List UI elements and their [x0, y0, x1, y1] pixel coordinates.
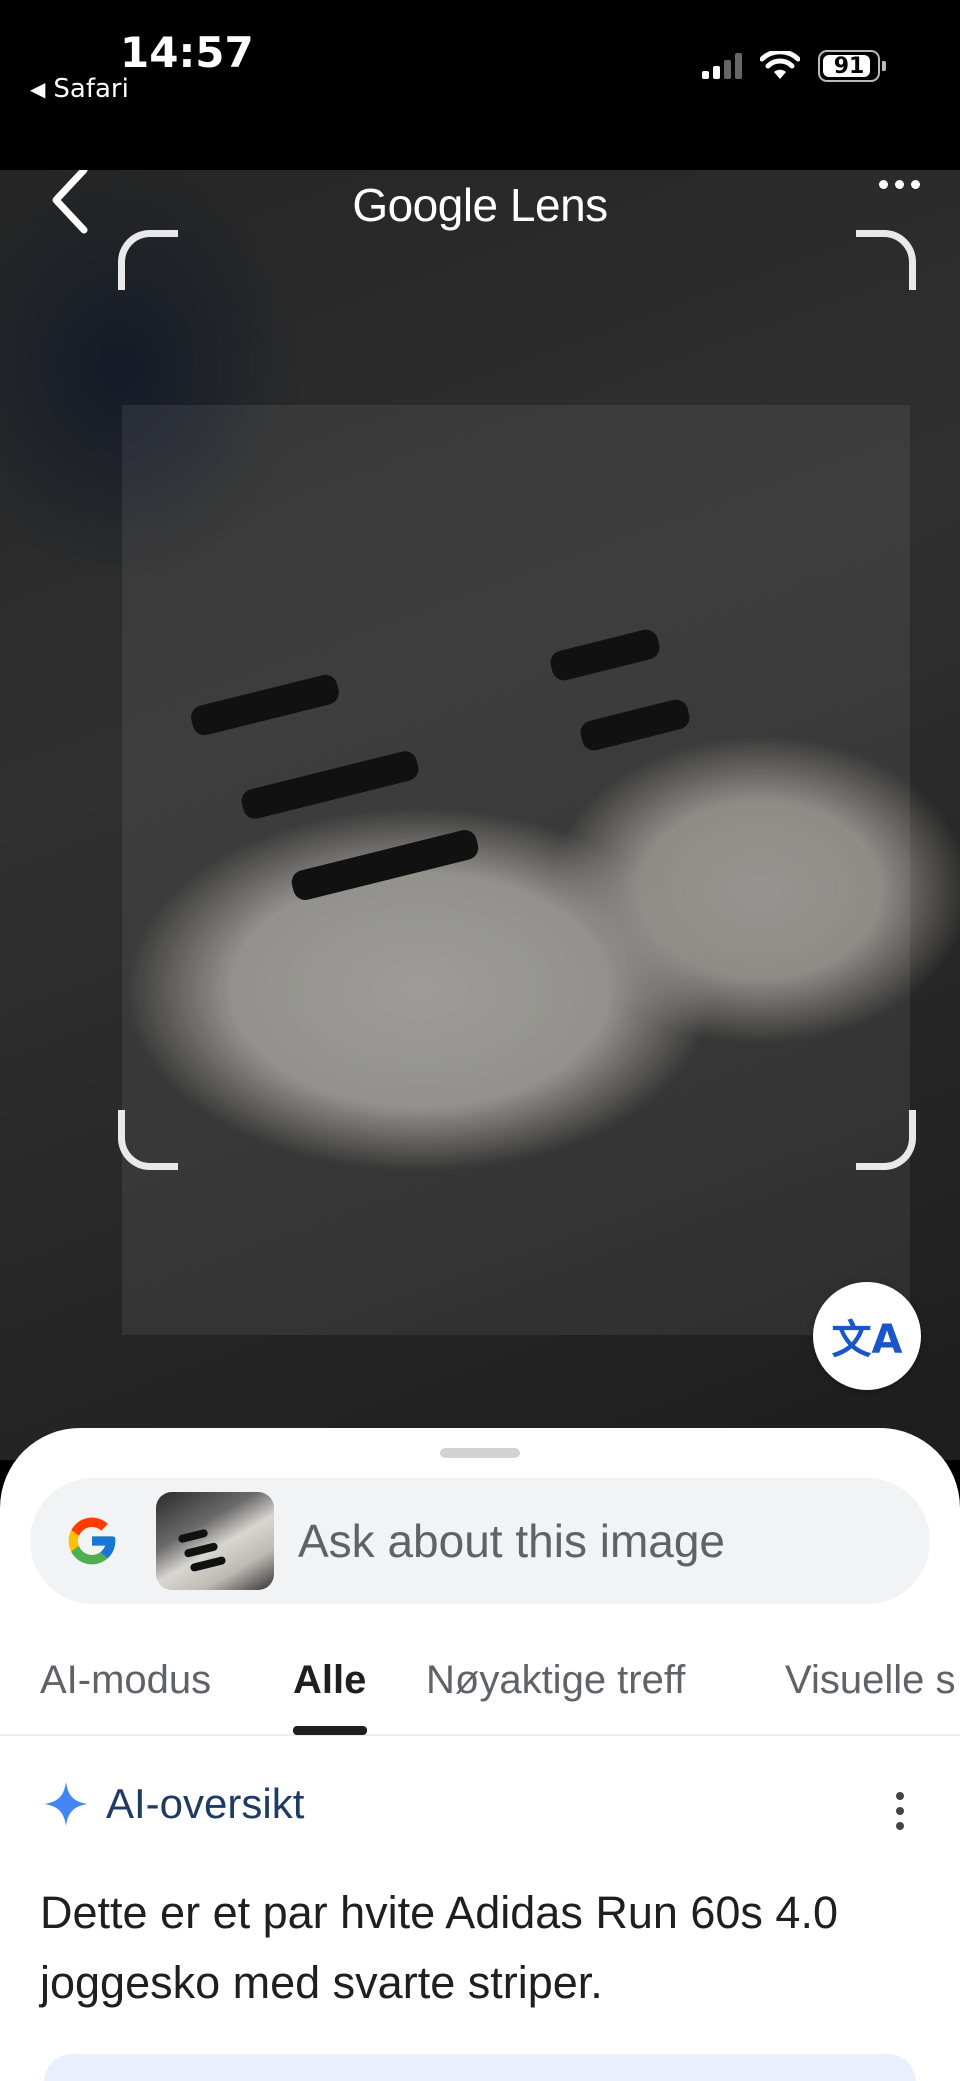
crop-handle-top-right[interactable] — [856, 230, 916, 290]
battery-icon: 91 — [818, 50, 886, 82]
tab-exact-matches[interactable]: Nøyaktige treff — [426, 1658, 685, 1703]
image-thumbnail[interactable] — [156, 1492, 274, 1590]
ai-overview-card[interactable] — [44, 2054, 916, 2081]
back-app-label: Safari — [53, 74, 129, 104]
tabs-divider — [0, 1734, 960, 1736]
screen: 14:57 ◀ Safari 91 Google Lens 文A Ask abo… — [0, 0, 960, 2081]
back-triangle-icon: ◀ — [30, 77, 46, 101]
sheet-drag-handle[interactable] — [440, 1448, 520, 1458]
battery-tip — [882, 61, 886, 71]
more-vertical-icon[interactable] — [896, 1792, 904, 1830]
ai-overview-answer: Dette er et par hvite Adidas Run 60s 4.0… — [40, 1887, 838, 2008]
selection-region[interactable] — [122, 405, 910, 1335]
ai-overview-header: AI-oversikt — [42, 1780, 304, 1828]
crop-handle-bottom-left[interactable] — [118, 1110, 178, 1170]
wifi-icon — [760, 51, 800, 79]
back-to-safari-link[interactable]: ◀ Safari — [30, 74, 129, 104]
battery-percentage: 91 — [833, 53, 865, 79]
crop-handle-top-left[interactable] — [118, 230, 178, 290]
translate-icon: 文A — [831, 1317, 903, 1363]
translate-button[interactable]: 文A — [813, 1282, 921, 1390]
sparkle-icon — [44, 1782, 88, 1826]
google-logo-icon — [68, 1517, 116, 1565]
more-horizontal-icon[interactable] — [879, 180, 920, 189]
results-tabs: AI-modus Alle Nøyaktige treff Visuelle s — [0, 1658, 960, 1738]
active-tab-indicator — [293, 1726, 367, 1735]
results-sheet: Ask about this image AI-modus Alle Nøyak… — [0, 1428, 960, 2081]
page-title: Google Lens — [352, 179, 608, 231]
tab-all[interactable]: Alle — [293, 1658, 366, 1703]
ask-about-image-input[interactable]: Ask about this image — [30, 1478, 930, 1604]
status-indicators: 91 — [702, 50, 886, 82]
ask-placeholder-text: Ask about this image — [298, 1515, 726, 1567]
tab-ai-mode[interactable]: AI-modus — [40, 1658, 211, 1703]
status-time: 14:57 — [120, 28, 254, 77]
cellular-signal-icon — [702, 53, 742, 79]
status-bar: 14:57 ◀ Safari 91 — [0, 0, 960, 170]
ai-overview-title: AI-oversikt — [106, 1780, 305, 1827]
lens-image[interactable] — [0, 170, 960, 1460]
tab-visual-matches[interactable]: Visuelle s — [785, 1658, 955, 1703]
